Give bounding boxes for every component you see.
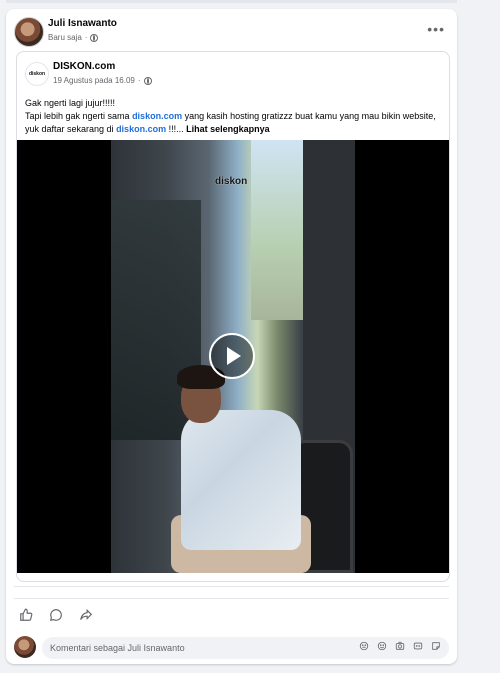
comment-placeholder: Komentari sebagai Juli Isnawanto — [50, 643, 185, 653]
page-name[interactable]: DISKON.com — [53, 61, 115, 72]
video-player[interactable]: diskon — [17, 140, 449, 573]
globe-icon[interactable] — [143, 76, 152, 85]
page-logo-text: diskon — [28, 71, 46, 77]
post-meta: Baru saja · — [48, 33, 99, 42]
post-header: Juli Isnawanto Baru saja · ••• — [14, 17, 447, 53]
video-background-sky — [251, 140, 311, 320]
post-time[interactable]: Baru saja — [48, 33, 82, 42]
post-card: Juli Isnawanto Baru saja · ••• diskon DI… — [6, 9, 457, 664]
shared-post: diskon DISKON.com 19 Agustus pada 16.09 … — [16, 51, 450, 582]
shared-meta-separator: · — [137, 76, 141, 85]
author-name[interactable]: Juli Isnawanto — [48, 18, 117, 29]
emoji-icon[interactable] — [376, 640, 387, 651]
comment-icon[interactable] — [48, 607, 64, 623]
comment-tools — [358, 640, 441, 651]
video-person-body — [181, 410, 301, 550]
camera-icon[interactable] — [394, 640, 405, 651]
avatar-sticker-icon[interactable] — [358, 640, 369, 651]
see-more-link[interactable]: Lihat selengkapnya — [186, 124, 270, 134]
diskon-link-1[interactable]: diskon.com — [132, 111, 182, 121]
meta-separator: · — [84, 33, 88, 42]
play-icon[interactable] — [209, 333, 255, 379]
top-edge-divider — [6, 0, 457, 3]
post-text-part1: Tapi lebih gak ngerti sama — [25, 111, 133, 121]
commenter-avatar[interactable] — [14, 636, 36, 658]
shared-post-meta: 19 Agustus pada 16.09 · — [53, 76, 152, 85]
video-watermark: diskon — [215, 176, 248, 187]
globe-icon[interactable] — [90, 33, 99, 42]
post-text-body: Tapi lebih gak ngerti sama diskon.com ya… — [25, 110, 441, 136]
share-icon[interactable] — [78, 607, 94, 623]
shared-post-header: diskon DISKON.com 19 Agustus pada 16.09 … — [25, 60, 441, 86]
post-text-line1: Gak ngerti lagi jujur!!!!! — [25, 98, 116, 108]
post-text: Gak ngerti lagi jujur!!!!! Tapi lebih ga… — [25, 97, 441, 136]
sticker-icon[interactable] — [430, 640, 441, 651]
page-logo[interactable]: diskon — [25, 62, 49, 86]
author-avatar[interactable] — [14, 17, 44, 47]
more-options-icon[interactable]: ••• — [427, 21, 445, 37]
gif-icon[interactable] — [412, 640, 423, 651]
divider-top — [14, 586, 449, 587]
shared-post-date[interactable]: 19 Agustus pada 16.09 — [53, 76, 135, 85]
post-actions — [18, 607, 94, 623]
post-text-part3: !!!... — [166, 124, 187, 134]
divider-actions — [14, 598, 449, 599]
diskon-link-2[interactable]: diskon.com — [116, 124, 166, 134]
comment-composer: Komentari sebagai Juli Isnawanto — [14, 635, 449, 661]
like-icon[interactable] — [18, 607, 34, 623]
